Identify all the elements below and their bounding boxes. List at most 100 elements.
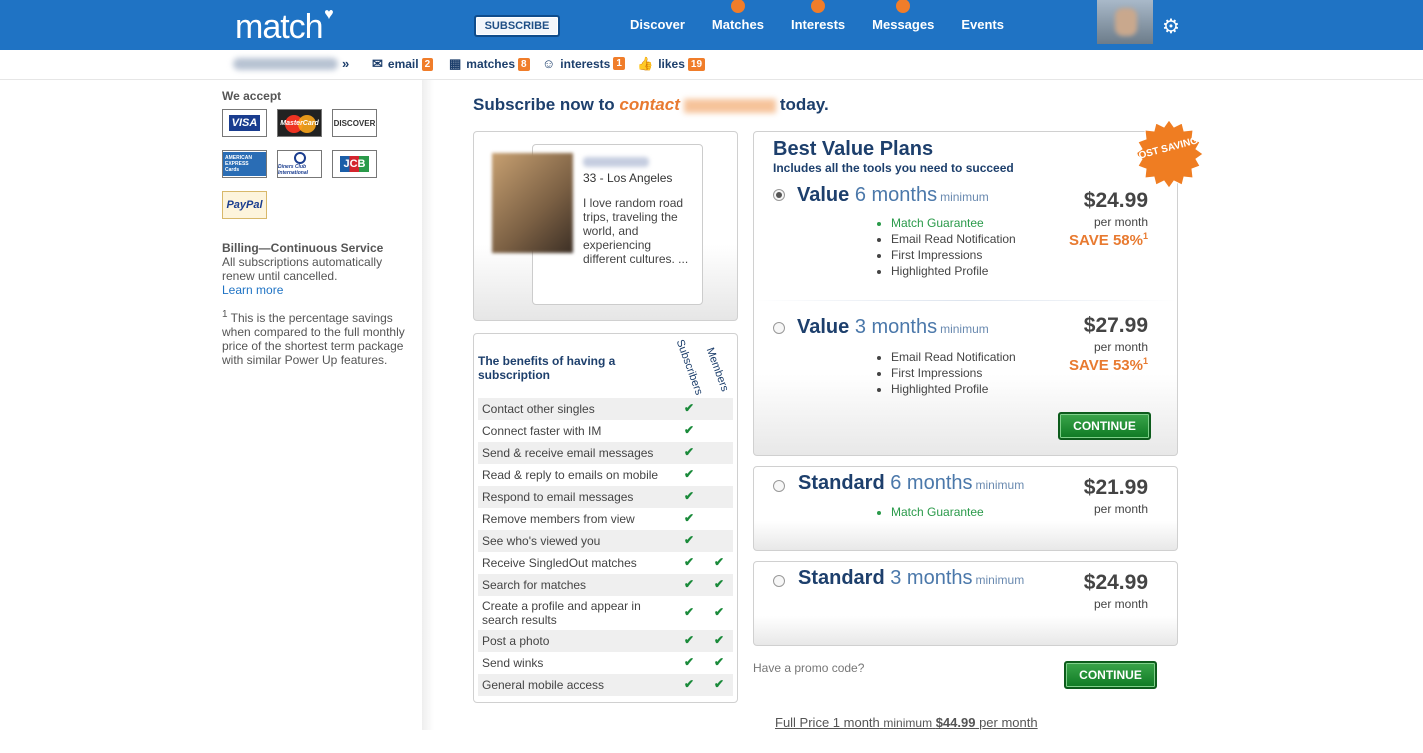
nav-events[interactable]: Events bbox=[961, 17, 1004, 32]
envelope-icon: ✉ bbox=[372, 56, 383, 71]
profile-name-blurred bbox=[583, 157, 649, 167]
feature-item: Email Read Notification bbox=[891, 349, 1016, 365]
match-logo[interactable]: match ♥ bbox=[235, 6, 334, 47]
benefit-label: Contact other singles bbox=[482, 402, 595, 416]
nav-discover[interactable]: Discover bbox=[630, 17, 685, 32]
feature-item: Match Guarantee bbox=[891, 504, 984, 520]
plan-name-value-3: Value 3 months minimum bbox=[797, 316, 989, 338]
save-percent-value-6: SAVE 58%1 bbox=[1069, 231, 1148, 249]
likes-link[interactable]: 👍 likes 19 bbox=[637, 56, 706, 72]
billing-text: All subscriptions automatically renew un… bbox=[222, 255, 383, 283]
email-count-badge: 2 bbox=[421, 57, 434, 71]
learn-more-link[interactable]: Learn more bbox=[222, 283, 283, 297]
benefit-label: Create a profile and appear in search re… bbox=[482, 599, 641, 627]
calendar-icon: ▦ bbox=[449, 56, 462, 71]
most-savings-badge: MOST SAVINGS bbox=[1133, 119, 1205, 189]
subscribe-button[interactable]: SUBSCRIBE bbox=[474, 15, 560, 37]
plan-separator bbox=[754, 300, 1177, 301]
table-row: Respond to email messages bbox=[478, 486, 733, 508]
plan-radio-standard-3[interactable] bbox=[773, 575, 785, 587]
table-row: Remove members from view bbox=[478, 508, 733, 530]
plan-features-value-6: Match Guarantee Email Read Notification … bbox=[891, 215, 1016, 279]
plan-name-value-6: Value 6 months minimum bbox=[797, 184, 989, 206]
username-link[interactable] bbox=[233, 58, 338, 70]
per-month-label: per month bbox=[1093, 502, 1148, 516]
plan-name-standard-6: Standard 6 months minimum bbox=[798, 472, 1025, 494]
page-title: Subscribe now to contact today. bbox=[473, 95, 829, 114]
table-row: General mobile access bbox=[478, 674, 733, 696]
notification-dot bbox=[730, 0, 745, 13]
feature-item: First Impressions bbox=[891, 247, 1016, 263]
main-nav: Discover Matches Interests Messages Even… bbox=[630, 0, 1031, 32]
continue-button-top[interactable]: CONTINUE bbox=[1058, 412, 1151, 440]
nav-matches[interactable]: Matches bbox=[712, 0, 764, 32]
benefit-label: Respond to email messages bbox=[482, 490, 634, 504]
email-link[interactable]: ✉ email 2 bbox=[372, 56, 434, 72]
subscriber-check-icon: ✔ bbox=[684, 605, 695, 619]
plan-radio-value-3[interactable] bbox=[773, 322, 785, 334]
billing-title: Billing—Continuous Service bbox=[222, 241, 384, 255]
subscriber-check-icon: ✔ bbox=[684, 577, 695, 591]
feature-item: Highlighted Profile bbox=[891, 381, 1016, 397]
subscriber-check-icon: ✔ bbox=[684, 677, 695, 691]
benefit-label: General mobile access bbox=[482, 678, 605, 692]
plan-radio-value-6[interactable] bbox=[773, 189, 785, 201]
amex-card-icon: AMERICAN EXPRESS Cards bbox=[222, 150, 267, 178]
benefit-label: Connect faster with IM bbox=[482, 424, 602, 438]
continue-button-bottom[interactable]: CONTINUE bbox=[1064, 661, 1157, 689]
subscriber-check-icon: ✔ bbox=[684, 511, 695, 525]
avatar[interactable] bbox=[1097, 0, 1153, 44]
likes-count-badge: 19 bbox=[687, 57, 706, 71]
notification-dot bbox=[811, 0, 826, 13]
plan-name-standard-3: Standard 3 months minimum bbox=[798, 567, 1025, 589]
table-row: Send winks bbox=[478, 652, 733, 674]
username-arrow: » bbox=[342, 56, 350, 71]
interests-count-badge: 1 bbox=[613, 57, 625, 70]
benefit-label: Send & receive email messages bbox=[482, 446, 654, 460]
best-value-plans-box bbox=[753, 131, 1178, 456]
subscriber-check-icon: ✔ bbox=[684, 655, 695, 669]
table-row: Read & reply to emails on mobile bbox=[478, 464, 733, 486]
per-month-label: per month bbox=[1093, 215, 1148, 229]
paypal-icon: PayPal bbox=[222, 191, 267, 219]
column-divider bbox=[422, 80, 434, 730]
profile-location: 33 - Los Angeles bbox=[583, 171, 673, 185]
table-row: Contact other singles bbox=[478, 398, 733, 420]
full-price-link[interactable]: Full Price 1 month minimum $44.99 per mo… bbox=[775, 715, 1038, 730]
jcb-card-icon: JCB bbox=[332, 150, 377, 178]
billing-info: Billing—Continuous Service All subscript… bbox=[222, 241, 417, 297]
nav-interests[interactable]: Interests bbox=[791, 0, 845, 32]
nav-messages[interactable]: Messages bbox=[872, 0, 934, 32]
savings-footnote: 1 This is the percentage savings when co… bbox=[222, 309, 405, 367]
interests-link[interactable]: ☺ interests 1 bbox=[542, 56, 625, 71]
table-row: Create a profile and appear in search re… bbox=[478, 596, 733, 630]
subscriber-check-icon: ✔ bbox=[684, 633, 695, 647]
member-name-blurred bbox=[683, 98, 776, 113]
top-bar: match ♥ SUBSCRIBE Discover Matches Intere… bbox=[0, 0, 1423, 50]
benefit-label: Receive SingledOut matches bbox=[482, 556, 637, 570]
save-percent-value-3: SAVE 53%1 bbox=[1069, 356, 1148, 374]
plan-price-value-3: $27.99 bbox=[1083, 314, 1148, 337]
matches-count-badge: 8 bbox=[518, 57, 530, 71]
per-month-label: per month bbox=[1093, 597, 1148, 611]
benefit-label: Send winks bbox=[482, 656, 544, 670]
table-row: Search for matches bbox=[478, 574, 733, 596]
plan-radio-standard-6[interactable] bbox=[773, 480, 785, 492]
plan-features-standard-6: Match Guarantee bbox=[891, 504, 984, 520]
table-row: Send & receive email messages bbox=[478, 442, 733, 464]
gear-icon[interactable]: ⚙ bbox=[1162, 14, 1180, 39]
member-check-icon: ✔ bbox=[714, 677, 725, 691]
feature-item: Email Read Notification bbox=[891, 231, 1016, 247]
subscriber-check-icon: ✔ bbox=[684, 445, 695, 459]
promo-code-link[interactable]: Have a promo code? bbox=[753, 661, 864, 675]
activity-bar: » ✉ email 2 ▦ matches 8 ☺ interests 1 👍 likes 19 bbox=[0, 50, 1423, 80]
diners-club-icon: Diners Club International bbox=[277, 150, 322, 178]
notification-dot bbox=[896, 0, 911, 13]
table-row: Post a photo bbox=[478, 630, 733, 652]
benefit-label: Read & reply to emails on mobile bbox=[482, 468, 659, 482]
member-check-icon: ✔ bbox=[714, 555, 725, 569]
feature-item: Match Guarantee bbox=[891, 215, 1016, 231]
table-row: See who's viewed you bbox=[478, 530, 733, 552]
matches-link[interactable]: ▦ matches 8 bbox=[449, 56, 530, 72]
feature-item: Highlighted Profile bbox=[891, 263, 1016, 279]
